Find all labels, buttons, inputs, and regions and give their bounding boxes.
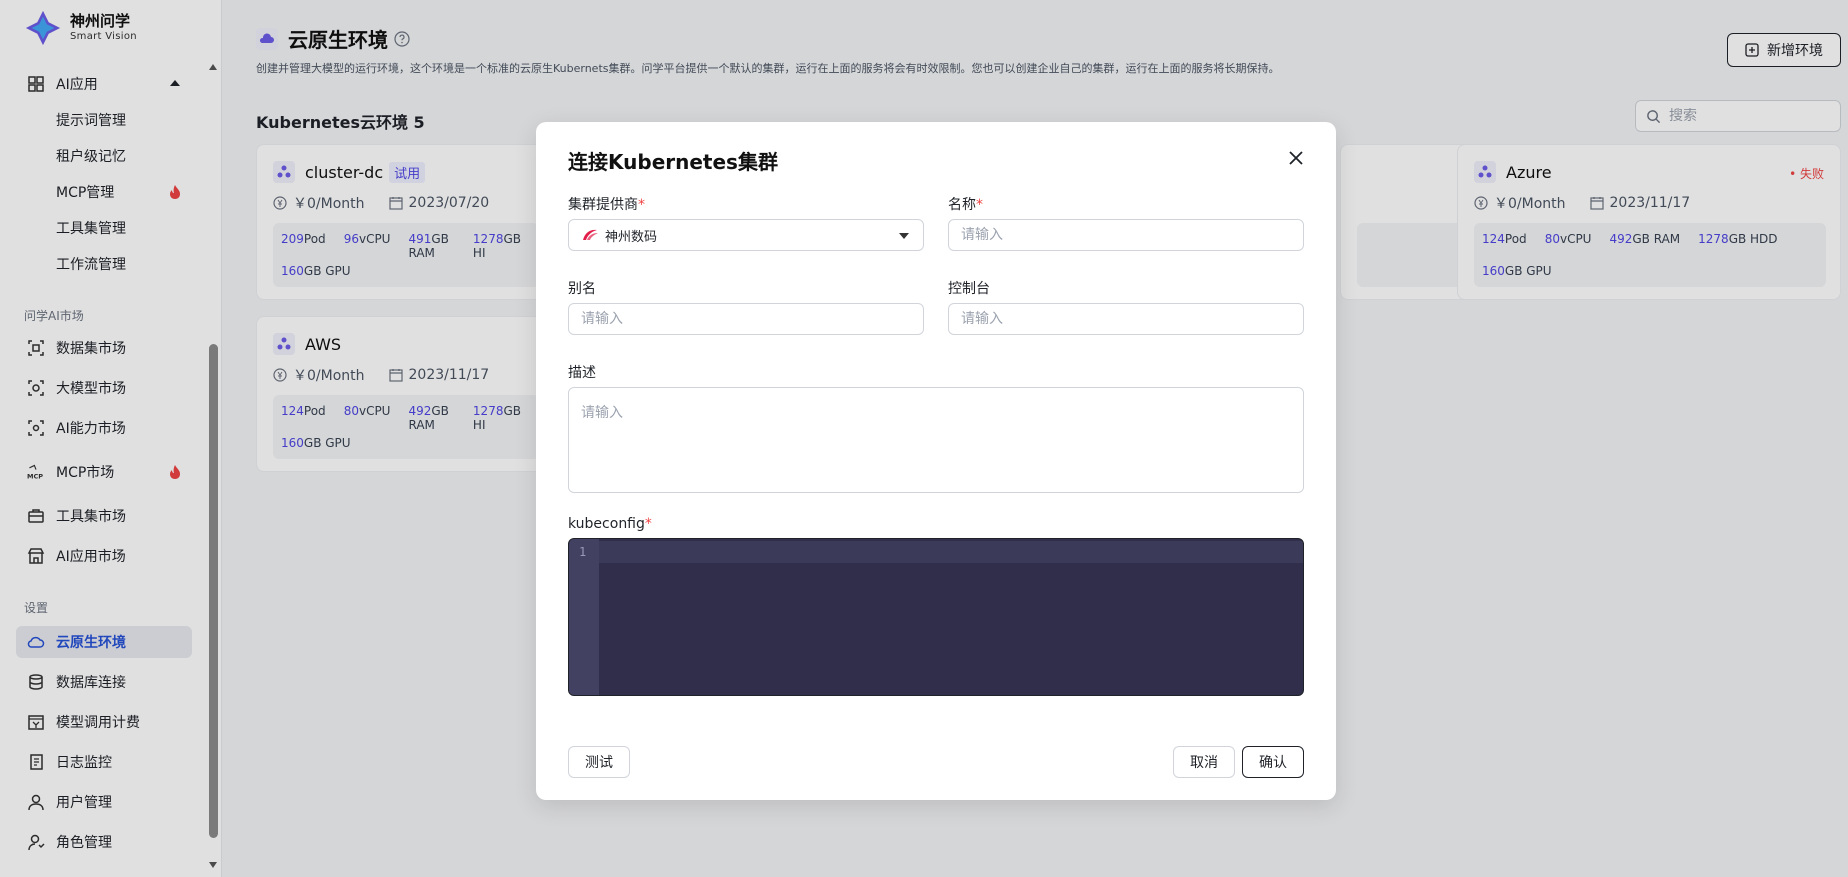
- editor-active-line[interactable]: [599, 541, 1303, 563]
- test-button[interactable]: 测试: [568, 746, 630, 778]
- line-number: 1: [579, 545, 587, 559]
- close-icon[interactable]: [1286, 148, 1306, 168]
- kubeconfig-label: kubeconfig*: [568, 516, 652, 532]
- dialog-title: 连接Kubernetes集群: [568, 150, 778, 174]
- cancel-button[interactable]: 取消: [1173, 746, 1235, 778]
- editor-gutter: [569, 539, 599, 695]
- description-textarea[interactable]: [568, 387, 1304, 493]
- description-label: 描述: [568, 365, 596, 381]
- digital-china-logo-icon: [583, 229, 598, 240]
- chevron-down-icon: [899, 233, 909, 239]
- name-label: 名称*: [948, 197, 983, 213]
- confirm-button[interactable]: 确认: [1242, 746, 1304, 778]
- alias-input[interactable]: [568, 303, 924, 335]
- provider-label: 集群提供商*: [568, 197, 645, 213]
- provider-select[interactable]: 神州数码: [568, 219, 924, 251]
- console-input[interactable]: [948, 303, 1304, 335]
- console-label: 控制台: [948, 281, 990, 297]
- connect-cluster-dialog: 连接Kubernetes集群 集群提供商* 神州数码 名称* 别名 控制台 描述…: [536, 122, 1336, 800]
- provider-value: 神州数码: [605, 229, 658, 245]
- kubeconfig-editor[interactable]: 1: [568, 538, 1304, 696]
- name-input[interactable]: [948, 219, 1304, 251]
- alias-label: 别名: [568, 281, 596, 297]
